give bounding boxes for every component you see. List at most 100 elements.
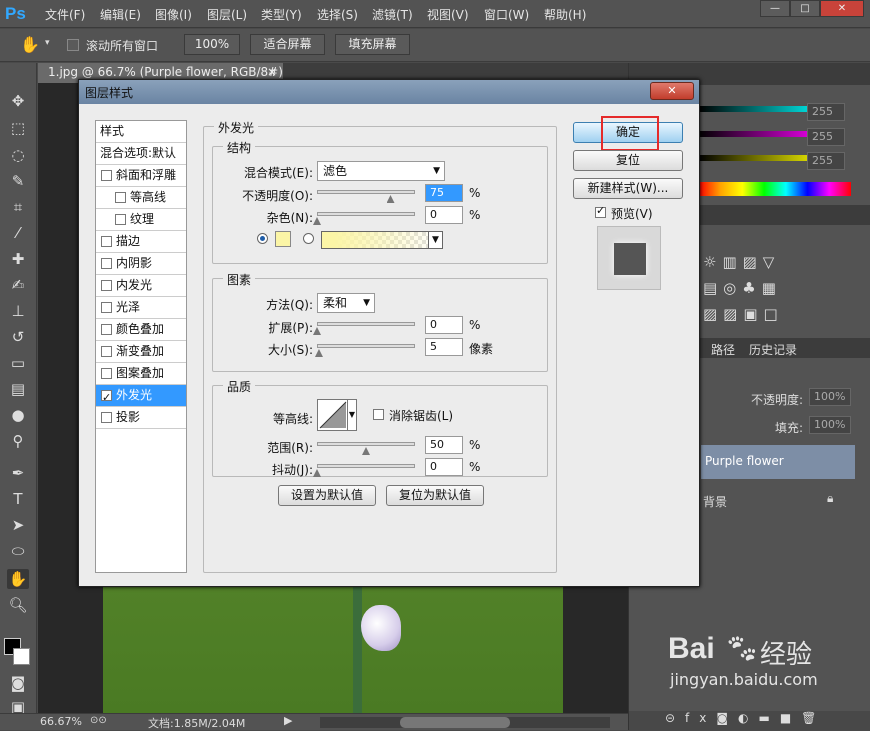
glow-gradient-picker[interactable]: ▼ <box>321 231 443 249</box>
size-slider-track[interactable] <box>317 344 415 348</box>
blur-tool-icon[interactable]: ● <box>7 405 29 425</box>
blend-options-item[interactable]: 混合选项:默认 <box>96 143 186 165</box>
gradient-tool-icon[interactable]: ▤ <box>7 379 29 399</box>
reset-button[interactable]: 复位 <box>573 150 683 171</box>
style-satin[interactable]: 光泽 <box>96 297 186 319</box>
zoom-100-button[interactable]: 100% <box>184 34 240 55</box>
inner-shadow-checkbox[interactable] <box>101 258 112 269</box>
style-pattern-overlay[interactable]: 图案叠加 <box>96 363 186 385</box>
color-overlay-checkbox[interactable] <box>101 324 112 335</box>
menu-edit[interactable]: 编辑(E) <box>100 6 141 23</box>
channel-value-3[interactable]: 255 <box>807 152 845 170</box>
healing-brush-tool-icon[interactable]: ✚ <box>7 249 29 269</box>
jitter-input[interactable]: 0 <box>425 458 463 476</box>
layers-footer-icons[interactable]: ⊝fx◙◐▬■🗑︎ <box>629 711 870 730</box>
solid-color-radio[interactable] <box>257 233 268 244</box>
antialias-checkbox[interactable] <box>373 409 384 420</box>
contour-checkbox[interactable] <box>115 192 126 203</box>
clone-stamp-tool-icon[interactable]: ⊥ <box>7 301 29 321</box>
fill-screen-button[interactable]: 填充屏幕 <box>335 34 410 55</box>
layer-row-selected[interactable]: Purple flower <box>701 445 855 479</box>
fit-screen-button[interactable]: 适合屏幕 <box>250 34 325 55</box>
eraser-tool-icon[interactable]: ▭ <box>7 353 29 373</box>
hand-tool-icon[interactable]: ✋ <box>20 35 40 54</box>
path-select-tool-icon[interactable]: ➤ <box>7 515 29 535</box>
shape-tool-icon[interactable]: ⬭ <box>7 541 29 561</box>
jitter-slider-thumb[interactable] <box>313 469 321 477</box>
menu-view[interactable]: 视图(V) <box>427 6 469 23</box>
color-ramp[interactable] <box>699 182 851 196</box>
channel-value-2[interactable]: 255 <box>807 128 845 146</box>
tab-history[interactable]: 历史记录 <box>749 341 797 358</box>
layer-opacity-input[interactable]: 100% <box>809 388 851 406</box>
maximize-button[interactable]: □ <box>790 0 820 17</box>
scrollbar-thumb[interactable] <box>400 717 510 728</box>
adjustment-icons-row-3[interactable]: ▨▨▣□ <box>703 305 784 323</box>
menu-filter[interactable]: 滤镜(T) <box>372 6 413 23</box>
style-color-overlay[interactable]: 颜色叠加 <box>96 319 186 341</box>
menu-help[interactable]: 帮助(H) <box>544 6 586 23</box>
menu-layer[interactable]: 图层(L) <box>207 6 247 23</box>
noise-slider-track[interactable] <box>317 212 415 216</box>
brush-tool-icon[interactable]: ✍ <box>7 275 29 295</box>
range-slider-thumb[interactable] <box>362 447 370 455</box>
style-inner-shadow[interactable]: 内阴影 <box>96 253 186 275</box>
opacity-input[interactable]: 75 <box>425 184 463 202</box>
noise-input[interactable]: 0 <box>425 206 463 224</box>
pen-tool-icon[interactable]: ✒ <box>7 463 29 483</box>
lasso-tool-icon[interactable]: ◌ <box>7 145 29 165</box>
style-bevel-emboss[interactable]: 斜面和浮雕 <box>96 165 186 187</box>
style-inner-glow[interactable]: 内发光 <box>96 275 186 297</box>
preview-checkbox[interactable] <box>595 204 606 218</box>
background-color-swatch[interactable] <box>13 648 30 665</box>
zoom-level[interactable]: 66.67% <box>40 715 82 728</box>
move-tool-icon[interactable]: ✥ <box>7 91 29 111</box>
layer-fill-input[interactable]: 100% <box>809 416 851 434</box>
channel-value-1[interactable]: 255 <box>807 103 845 121</box>
drop-shadow-checkbox[interactable] <box>101 412 112 423</box>
spread-slider-thumb[interactable] <box>313 327 321 335</box>
history-brush-tool-icon[interactable]: ↺ <box>7 327 29 347</box>
dialog-close-button[interactable]: ✕ <box>650 82 694 100</box>
eyedropper-tool-icon[interactable]: ⁄ <box>7 223 29 243</box>
tab-paths[interactable]: 路径 <box>711 341 735 358</box>
opacity-slider-thumb[interactable] <box>386 195 395 203</box>
type-tool-icon[interactable]: T <box>7 489 29 509</box>
dodge-tool-icon[interactable]: ⚲ <box>7 431 29 451</box>
close-tab-icon[interactable]: × <box>267 65 277 79</box>
menu-type[interactable]: 类型(Y) <box>261 6 302 23</box>
adjustment-icons-row-1[interactable]: ☼▥▨▽ <box>703 253 780 271</box>
tool-preset-chevron-icon[interactable]: ▾ <box>45 38 50 48</box>
outer-glow-checkbox[interactable] <box>101 387 112 408</box>
gradient-overlay-checkbox[interactable] <box>101 346 112 357</box>
hand-tool-icon[interactable]: ✋ <box>7 569 29 589</box>
quick-select-tool-icon[interactable]: ✎ <box>7 171 29 191</box>
glow-color-swatch[interactable] <box>275 231 291 247</box>
menu-file[interactable]: 文件(F) <box>45 6 85 23</box>
marquee-tool-icon[interactable]: ⬚ <box>7 118 29 138</box>
menu-image[interactable]: 图像(I) <box>155 6 192 23</box>
technique-select[interactable]: 柔和 ▼ <box>317 293 375 313</box>
noise-slider-thumb[interactable] <box>313 217 321 225</box>
background-layer-row[interactable]: 背景 🔒︎ <box>701 481 855 521</box>
styles-header[interactable]: 样式 <box>96 121 186 143</box>
new-style-button[interactable]: 新建样式(W)... <box>573 178 683 199</box>
horizontal-scrollbar[interactable] <box>320 717 610 728</box>
style-stroke[interactable]: 描边 <box>96 231 186 253</box>
close-window-button[interactable]: ✕ <box>820 0 864 17</box>
style-gradient-overlay[interactable]: 渐变叠加 <box>96 341 186 363</box>
blend-mode-select[interactable]: 滤色 ▼ <box>317 161 445 181</box>
satin-checkbox[interactable] <box>101 302 112 313</box>
spread-input[interactable]: 0 <box>425 316 463 334</box>
style-texture[interactable]: 纹理 <box>96 209 186 231</box>
adjustment-icons-row-2[interactable]: ▤◎♣▦ <box>703 279 782 297</box>
stroke-checkbox[interactable] <box>101 236 112 247</box>
make-default-button[interactable]: 设置为默认值 <box>278 485 376 506</box>
spread-slider-track[interactable] <box>317 322 415 326</box>
crop-tool-icon[interactable]: ⌗ <box>7 197 29 217</box>
gradient-radio[interactable] <box>303 233 314 244</box>
texture-checkbox[interactable] <box>115 214 126 225</box>
style-contour[interactable]: 等高线 <box>96 187 186 209</box>
range-slider-track[interactable] <box>317 442 415 446</box>
inner-glow-checkbox[interactable] <box>101 280 112 291</box>
